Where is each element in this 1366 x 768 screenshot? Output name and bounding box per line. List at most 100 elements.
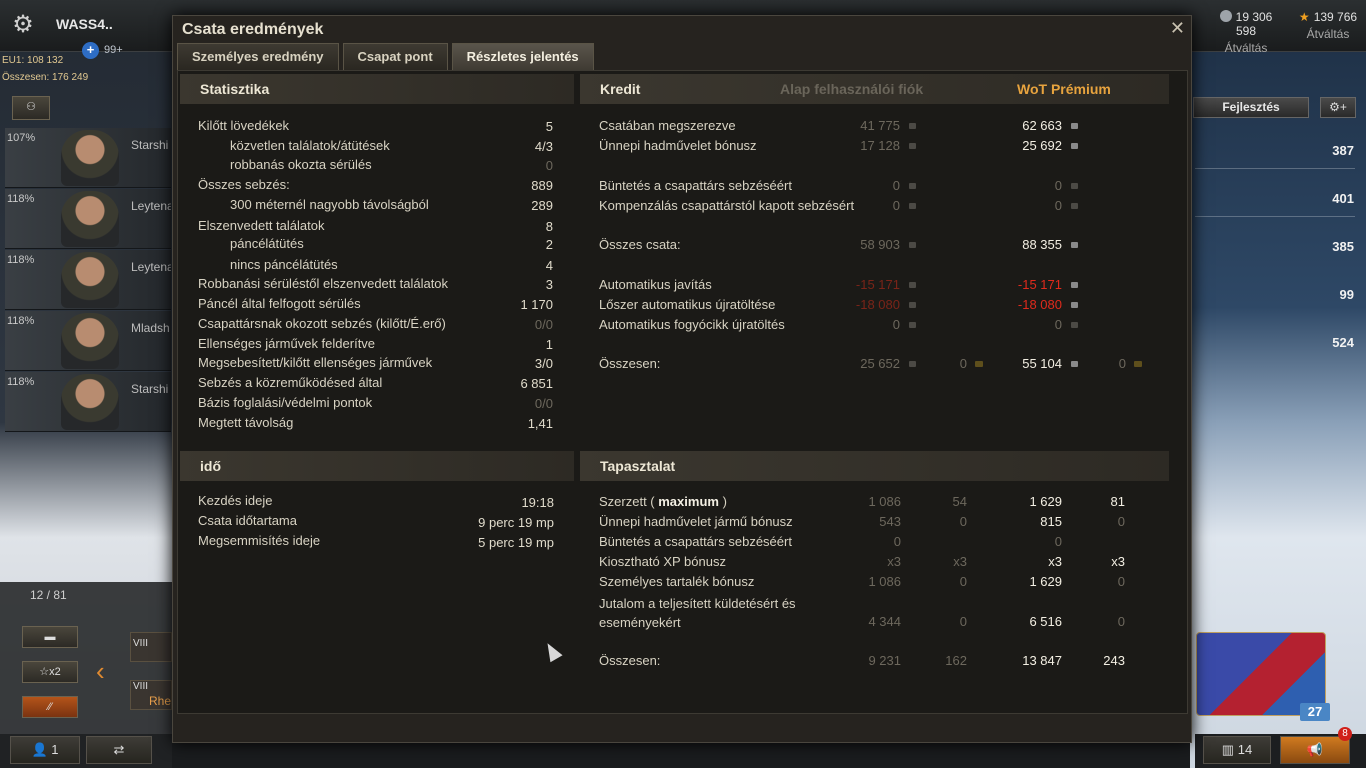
- crew-portrait: [61, 130, 119, 186]
- plus-count: 99+: [104, 44, 123, 56]
- xp-premium-value: 1 629: [1029, 574, 1062, 589]
- crew-member[interactable]: 118% Leytena: [5, 250, 171, 310]
- stat-value: 4: [545, 258, 553, 273]
- crew-member[interactable]: 118% Starshi: [5, 372, 171, 432]
- credit-basic-value: 0: [892, 178, 900, 193]
- xp-premium-value: 815: [1040, 514, 1062, 529]
- server-stat: EU1: 108 132: [2, 55, 64, 66]
- gold-premium-value: 0: [1118, 356, 1126, 371]
- vehicle-card[interactable]: VIII Rhe: [130, 680, 172, 710]
- credit-premium-value: 62 663: [1022, 118, 1062, 133]
- gold-display[interactable]: ★ 139 766 Átváltás: [1296, 10, 1360, 41]
- crew-portrait: [61, 313, 119, 369]
- chevron-left-icon[interactable]: ‹: [96, 656, 105, 687]
- tab-personal[interactable]: Személyes eredmény: [177, 43, 339, 70]
- credit-icon: [1071, 123, 1078, 129]
- xp-earned-close: ): [722, 494, 727, 509]
- credit-icon: [909, 361, 916, 367]
- crew-member[interactable]: 107% Starshi: [5, 128, 171, 188]
- gold-exchange-link[interactable]: Átváltás: [1296, 27, 1360, 41]
- stat-label: Összes sebzés:: [198, 177, 290, 192]
- development-button[interactable]: Fejlesztés: [1193, 97, 1309, 118]
- xp-label: Büntetés a csapattárs sebzéséért: [599, 534, 792, 549]
- credits-icon: [1219, 10, 1232, 22]
- credits-display[interactable]: 19 306 598 Átváltás: [1212, 10, 1280, 55]
- xp-earned-maximum: maximum: [658, 494, 719, 509]
- close-icon[interactable]: ✕: [1170, 18, 1185, 39]
- xp-basic-value: 543: [879, 514, 901, 529]
- time-header: idő: [180, 451, 574, 481]
- crew-member[interactable]: 118% Mladsh: [5, 311, 171, 371]
- crew-name: Leytena: [131, 199, 171, 213]
- credit-label: Összesen:: [599, 356, 661, 371]
- crew-member[interactable]: 118% Leytena: [5, 189, 171, 249]
- credit-premium-value: 0: [1054, 198, 1062, 213]
- xp-label: Szerzett ( maximum ): [599, 494, 727, 509]
- gear-icon[interactable]: ⚙: [8, 10, 38, 40]
- credit-icon: [909, 302, 916, 308]
- xp-basic-free-value: 0: [959, 614, 967, 629]
- credit-basic-value: 0: [892, 317, 900, 332]
- xp-label: Jutalom a teljesített küldetésért és ese…: [599, 596, 796, 630]
- credit-icon: [909, 322, 916, 328]
- x2-label: x2: [49, 666, 61, 678]
- credit-header: Kredit Alap felhasználói fiók WoT Prémiu…: [580, 74, 1169, 104]
- credit-label: Lőszer automatikus újratöltése: [599, 297, 776, 312]
- stats-button[interactable]: ▥ 14: [1203, 736, 1271, 764]
- divider: [1195, 168, 1355, 169]
- crew-percent: 118%: [7, 376, 35, 388]
- xp-basic-value: 0: [893, 534, 901, 549]
- notification-badge: 8: [1338, 727, 1352, 741]
- x2-filter-button[interactable]: ☆x2: [22, 661, 78, 683]
- xp-basic-free-value: 0: [959, 514, 967, 529]
- credit-premium-value: 0: [1054, 317, 1062, 332]
- credit-basic-value: 41 775: [860, 118, 900, 133]
- xp-basic-value: 1 086: [868, 494, 901, 509]
- xp-premium-free-value: 81: [1110, 494, 1125, 509]
- stat-value: 4/3: [534, 139, 553, 154]
- crew-name: Starshi: [131, 138, 169, 152]
- xp-premium-free-value: 0: [1117, 574, 1125, 589]
- total-stat: Összesen: 176 249: [2, 72, 89, 83]
- handshake-icon[interactable]: ⇄: [86, 736, 152, 764]
- credits-exchange-link[interactable]: Átváltás: [1212, 41, 1280, 55]
- players-button[interactable]: 👤 1: [10, 736, 80, 764]
- vehicle-card[interactable]: VIII: [130, 632, 172, 662]
- tank-filter-button[interactable]: ▬: [22, 626, 78, 648]
- plus-icon[interactable]: +: [82, 42, 99, 59]
- xp-basic-value: 4 344: [868, 614, 901, 629]
- tab-team[interactable]: Csapat pont: [342, 43, 448, 70]
- player-name[interactable]: WASS4..: [56, 16, 113, 32]
- gold-value: 139 766: [1313, 10, 1358, 24]
- gift-count-badge: 27: [1300, 703, 1330, 721]
- gold-star-icon: ★: [1298, 10, 1310, 24]
- statistics-header: Statisztika: [180, 74, 574, 104]
- premium-filter-button[interactable]: ⁄⁄: [22, 696, 78, 718]
- tab-detailed[interactable]: Részletes jelentés: [451, 43, 594, 70]
- right-value: 387: [1332, 143, 1354, 158]
- credit-label: Ünnepi hadművelet bónusz: [599, 138, 757, 153]
- time-value: 9 perc 19 mp: [478, 515, 554, 530]
- time-label: Kezdés ideje: [198, 493, 273, 508]
- stat-value: 2: [545, 237, 553, 252]
- stat-value: 289: [531, 198, 553, 213]
- players-count: 1: [51, 742, 59, 757]
- crew-percent: 118%: [7, 315, 35, 327]
- time-value: 19:18: [521, 495, 554, 510]
- stat-value: 1 170: [520, 297, 553, 312]
- stat-label: Elszenvedett találatok: [198, 218, 325, 233]
- right-value: 401: [1332, 191, 1354, 206]
- credit-icon: [1071, 361, 1078, 367]
- crew-icon-button[interactable]: ⚇: [12, 96, 50, 120]
- xp-label: Ünnepi hadművelet jármű bónusz: [599, 514, 793, 529]
- xp-label: Összesen:: [599, 653, 661, 668]
- xp-basic-value: 1 086: [868, 574, 901, 589]
- gold-icon: [975, 361, 983, 367]
- time-value: 5 perc 19 mp: [478, 535, 554, 550]
- basic-account-column: Alap felhasználói fiók: [780, 81, 924, 97]
- notifications-button[interactable]: 📢: [1280, 736, 1350, 764]
- credit-premium-value: 88 355: [1022, 237, 1062, 252]
- add-vehicle-icon[interactable]: ⚙+: [1320, 97, 1356, 118]
- gold-basic-value: 0: [959, 356, 967, 371]
- stat-label: Robbanási sérüléstől elszenvedett talála…: [198, 276, 449, 291]
